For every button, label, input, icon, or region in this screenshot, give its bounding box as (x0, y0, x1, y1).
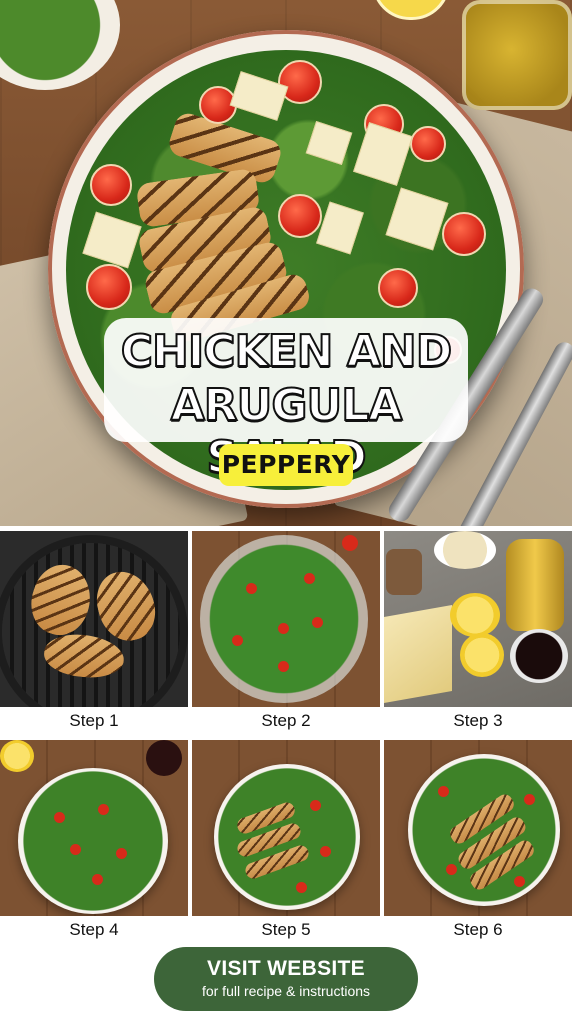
step-1-photo (0, 531, 188, 707)
step-5-photo (192, 740, 380, 916)
step-2-photo (192, 531, 380, 707)
tomato (446, 864, 457, 875)
cherry-tomato (378, 268, 418, 308)
grated-cheese-bowl (434, 531, 496, 569)
glass-salad-bowl (200, 535, 368, 703)
tomato (246, 583, 257, 594)
parmesan-wedge (384, 605, 452, 703)
grill-pan (2, 543, 180, 707)
tomato (524, 794, 535, 805)
balsamic-bowl (146, 740, 182, 776)
step-6-label: Step 6 (453, 920, 503, 939)
tomato (278, 661, 289, 672)
step-5-label: Step 5 (261, 920, 311, 939)
cherry-tomato (278, 194, 322, 238)
cherry-tomato (442, 212, 486, 256)
recipe-title-line-1: CHICKEN AND (120, 325, 453, 378)
tomato (304, 573, 315, 584)
step-1-label: Step 1 (69, 711, 119, 730)
tomato (320, 846, 331, 857)
tomato (296, 882, 307, 893)
balsamic-bowl (510, 629, 568, 683)
step-4-label: Step 4 (69, 920, 119, 939)
pepper-jar (386, 549, 422, 595)
lemon-slice (0, 740, 34, 772)
cherry-tomato (90, 164, 132, 206)
cta-subtitle: for full recipe & instructions (201, 983, 371, 999)
lemon-slice (372, 0, 450, 20)
tomato (342, 535, 358, 551)
dressing-jar (462, 0, 572, 110)
tomato (54, 812, 65, 823)
side-arugula-bowl (0, 0, 120, 90)
step-3-photo (384, 531, 572, 707)
tomato (70, 844, 81, 855)
tomato (514, 876, 525, 887)
tomato (116, 848, 127, 859)
tomato (92, 874, 103, 885)
tomato (438, 786, 449, 797)
step-6-photo (384, 740, 572, 916)
visit-website-label: VISIT WEBSITE (207, 957, 365, 980)
olive-oil-bottle (506, 539, 564, 631)
tomato (98, 804, 109, 815)
cherry-tomato (86, 264, 132, 310)
lemon (450, 593, 500, 637)
salad-plate (18, 768, 168, 914)
flavor-tag: PEPPERY (219, 444, 353, 486)
tomato (310, 800, 321, 811)
step-2-label: Step 2 (261, 711, 311, 730)
lemon-half (460, 633, 504, 677)
step-4-photo (0, 740, 188, 916)
tomato (232, 635, 243, 646)
tomato (312, 617, 323, 628)
tomato (278, 623, 289, 634)
cherry-tomato (410, 126, 446, 162)
step-3-label: Step 3 (453, 711, 503, 730)
visit-website-button[interactable]: VISIT WEBSITE for full recipe & instruct… (154, 947, 418, 1011)
